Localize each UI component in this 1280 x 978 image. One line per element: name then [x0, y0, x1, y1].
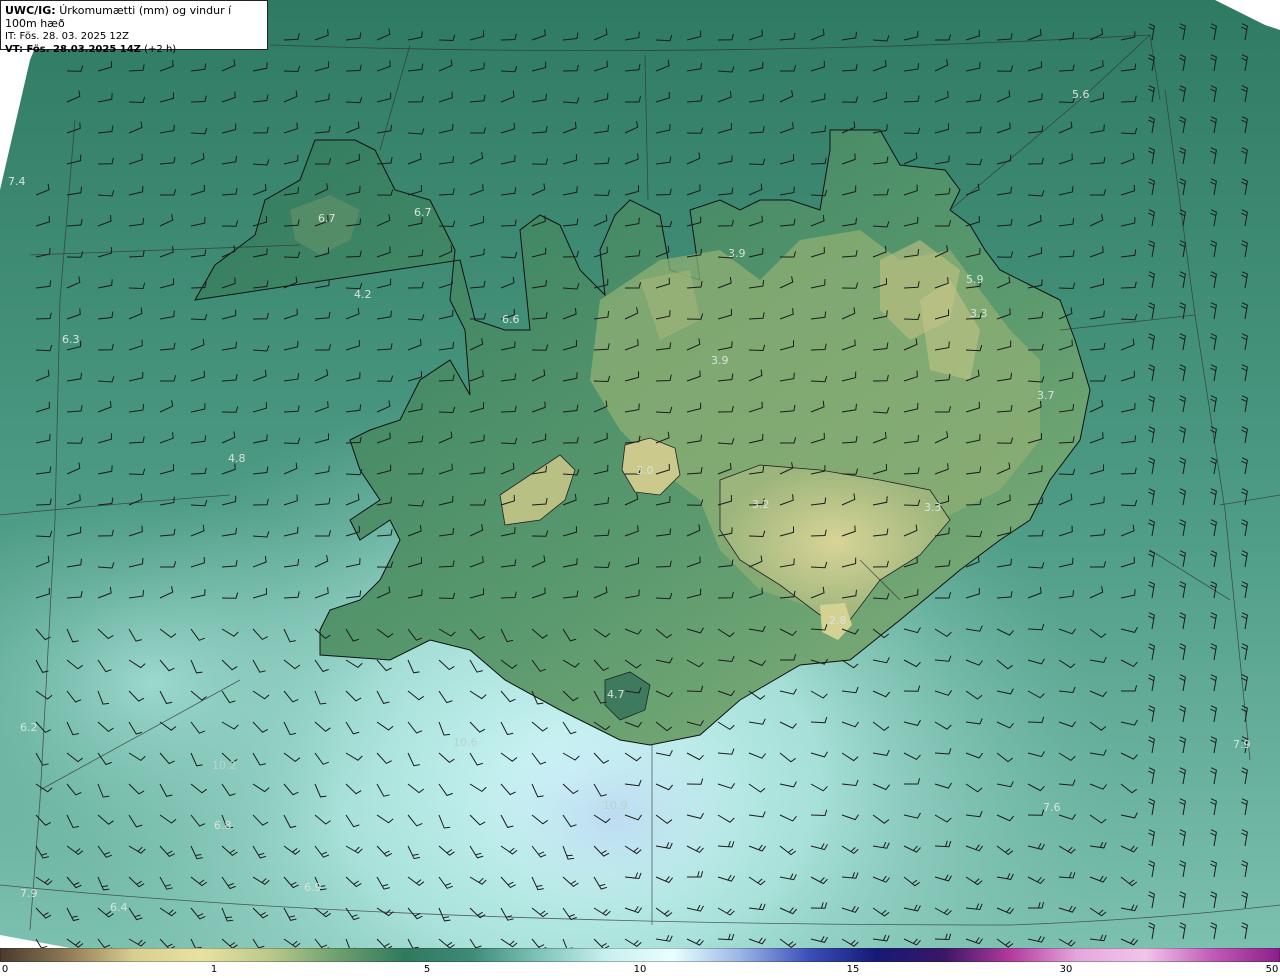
map-label: 7.6 [1043, 801, 1061, 814]
map-label: 6.8 [214, 819, 232, 832]
map-label: 6.6 [502, 313, 520, 326]
map-label: 10.9 [603, 799, 628, 812]
map-label: 7.9 [20, 887, 38, 900]
map-label: 6.4 [110, 901, 128, 914]
precip-colorbar [0, 948, 1280, 962]
map-label: 4.7 [607, 688, 625, 701]
colorbar-tick: 1 [210, 964, 218, 975]
map-label: 3.9 [728, 247, 746, 260]
colorbar-tick: 50 [1265, 964, 1279, 975]
map-label: 3.3 [970, 307, 988, 320]
map-label: 6.7 [414, 206, 432, 219]
colorbar-tick: 15 [846, 964, 860, 975]
map-label: 3.2 [752, 498, 770, 511]
map-label: 3.7 [1037, 389, 1055, 402]
map-label: 6.2 [20, 721, 38, 734]
map-label: 3.9 [711, 354, 729, 367]
colorbar-tick: 10 [633, 964, 647, 975]
precipitation-wind-map: 7.4 6.7 6.7 4.2 6.3 6.6 3.9 3.9 5.9 3.3 … [0, 0, 1280, 948]
model-label: UWC/IG: [5, 4, 56, 17]
map-label: 4.2 [354, 288, 372, 301]
map-label: 7.9 [1233, 738, 1251, 751]
colorbar-ticks: 0 1 5 10 15 30 50 [0, 962, 1280, 978]
colorbar-tick: 5 [423, 964, 431, 975]
map-label: 10.2 [212, 759, 237, 772]
map-label: 7.4 [8, 175, 26, 188]
map-label: 3.0 [636, 464, 654, 477]
valid-time: VT: Fös. 28.03.2025 14Z [5, 44, 141, 55]
valid-time-offset: (+2 h) [144, 44, 177, 55]
map-label: 10.6 [453, 736, 478, 749]
map-label: 6.3 [62, 333, 80, 346]
colorbar-tick: 0 [1, 964, 9, 975]
colorbar-tick: 30 [1059, 964, 1073, 975]
map-label: 5.9 [966, 273, 984, 286]
map-label: 6.9 [304, 881, 322, 894]
map-label: 2.8 [829, 614, 847, 627]
initial-time: IT: Fös. 28. 03. 2025 12Z [5, 31, 129, 42]
map-label: 5.6 [1072, 88, 1090, 101]
forecast-info-box: UWC/IG: Úrkomumætti (mm) og vindur í 100… [0, 0, 268, 55]
map-label: 4.8 [228, 452, 246, 465]
map-label: 3.3 [924, 501, 942, 514]
map-label: 6.7 [318, 212, 336, 225]
